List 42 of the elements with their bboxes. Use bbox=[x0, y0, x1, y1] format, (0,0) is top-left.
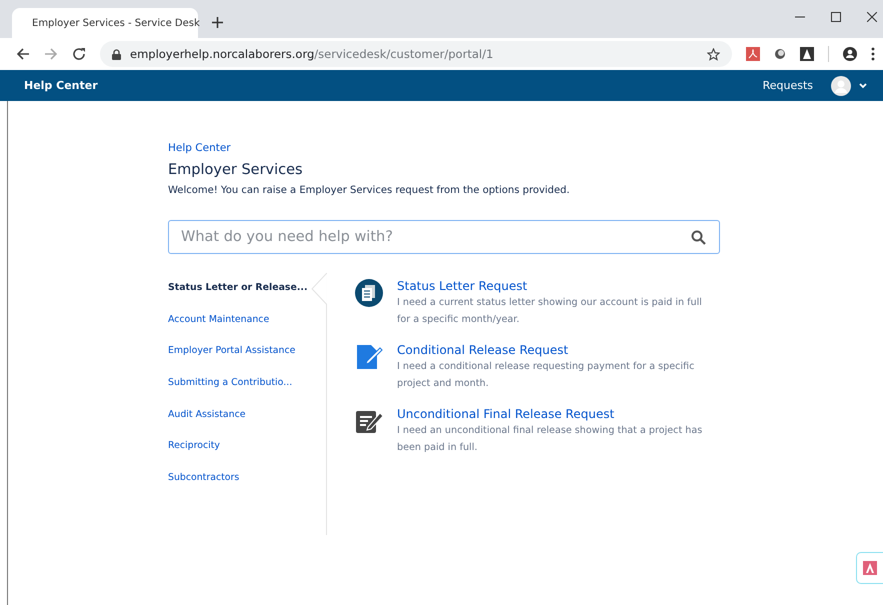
request-type-description: I need a conditional release requesting payment for a specific project and month. bbox=[397, 360, 696, 391]
maximize-icon[interactable] bbox=[831, 12, 841, 22]
pencil-document-icon bbox=[355, 343, 383, 371]
category-link[interactable]: Audit Assistance bbox=[168, 408, 246, 440]
category-link[interactable]: Reciprocity bbox=[168, 439, 220, 472]
avatar-icon[interactable] bbox=[831, 76, 851, 96]
documents-icon bbox=[355, 279, 383, 307]
request-type-description: I need an unconditional final release showing that a project has been paid in full. bbox=[397, 424, 704, 455]
reload-icon[interactable] bbox=[72, 47, 86, 61]
category-link[interactable]: Account Maintenance bbox=[168, 312, 270, 344]
request-type-description: I need a current status letter showing our account is paid in full for a specific month/year. bbox=[397, 296, 703, 327]
page-title: Employer Services bbox=[168, 161, 304, 180]
new-tab-icon[interactable] bbox=[212, 17, 223, 28]
floating-widget-button[interactable] bbox=[856, 552, 883, 584]
breadcrumb-link[interactable]: Help Center bbox=[168, 141, 720, 156]
chevron-down-icon[interactable] bbox=[859, 82, 867, 88]
browser-tab[interactable]: Employer Services - Service Desk bbox=[12, 8, 198, 38]
star-icon[interactable] bbox=[707, 48, 720, 60]
back-icon[interactable] bbox=[16, 47, 30, 61]
menu-icon[interactable] bbox=[871, 47, 875, 61]
close-icon[interactable] bbox=[867, 12, 877, 22]
request-type-link[interactable]: Status Letter Request bbox=[397, 279, 715, 294]
address-bar[interactable]: employerhelp.norcalaborers.org/servicedesk/customer/portal/1 bbox=[100, 41, 732, 67]
triangle-logo-icon bbox=[863, 561, 877, 575]
category-link[interactable]: Subcontractors bbox=[168, 471, 240, 503]
search-icon[interactable] bbox=[691, 230, 706, 245]
triangle-extension-icon[interactable] bbox=[800, 47, 814, 61]
url-path: /servicedesk/customer/portal/1 bbox=[314, 47, 494, 61]
category-link[interactable]: Employer Portal Assistance bbox=[168, 344, 296, 376]
search-field[interactable]: What do you need help with? bbox=[168, 220, 720, 254]
welcome-text: Welcome! You can raise a Employer Services request from the options provided. bbox=[168, 184, 571, 198]
request-type-link[interactable]: Unconditional Final Release Request bbox=[397, 407, 715, 422]
category-link[interactable]: Status Letter or Release... bbox=[168, 281, 308, 313]
requests-link[interactable]: Requests bbox=[762, 79, 813, 92]
profile-icon[interactable] bbox=[843, 47, 857, 61]
url-host: employerhelp.norcalaborers.org bbox=[130, 47, 314, 61]
help-center-link[interactable]: Help Center bbox=[24, 79, 755, 92]
category-link[interactable]: Submitting a Contributio... bbox=[168, 376, 292, 408]
pdf-extension-icon[interactable] bbox=[746, 47, 760, 61]
request-type-link[interactable]: Conditional Release Request bbox=[397, 343, 715, 358]
lock-icon bbox=[112, 48, 121, 60]
circle-extension-icon[interactable] bbox=[774, 48, 786, 60]
